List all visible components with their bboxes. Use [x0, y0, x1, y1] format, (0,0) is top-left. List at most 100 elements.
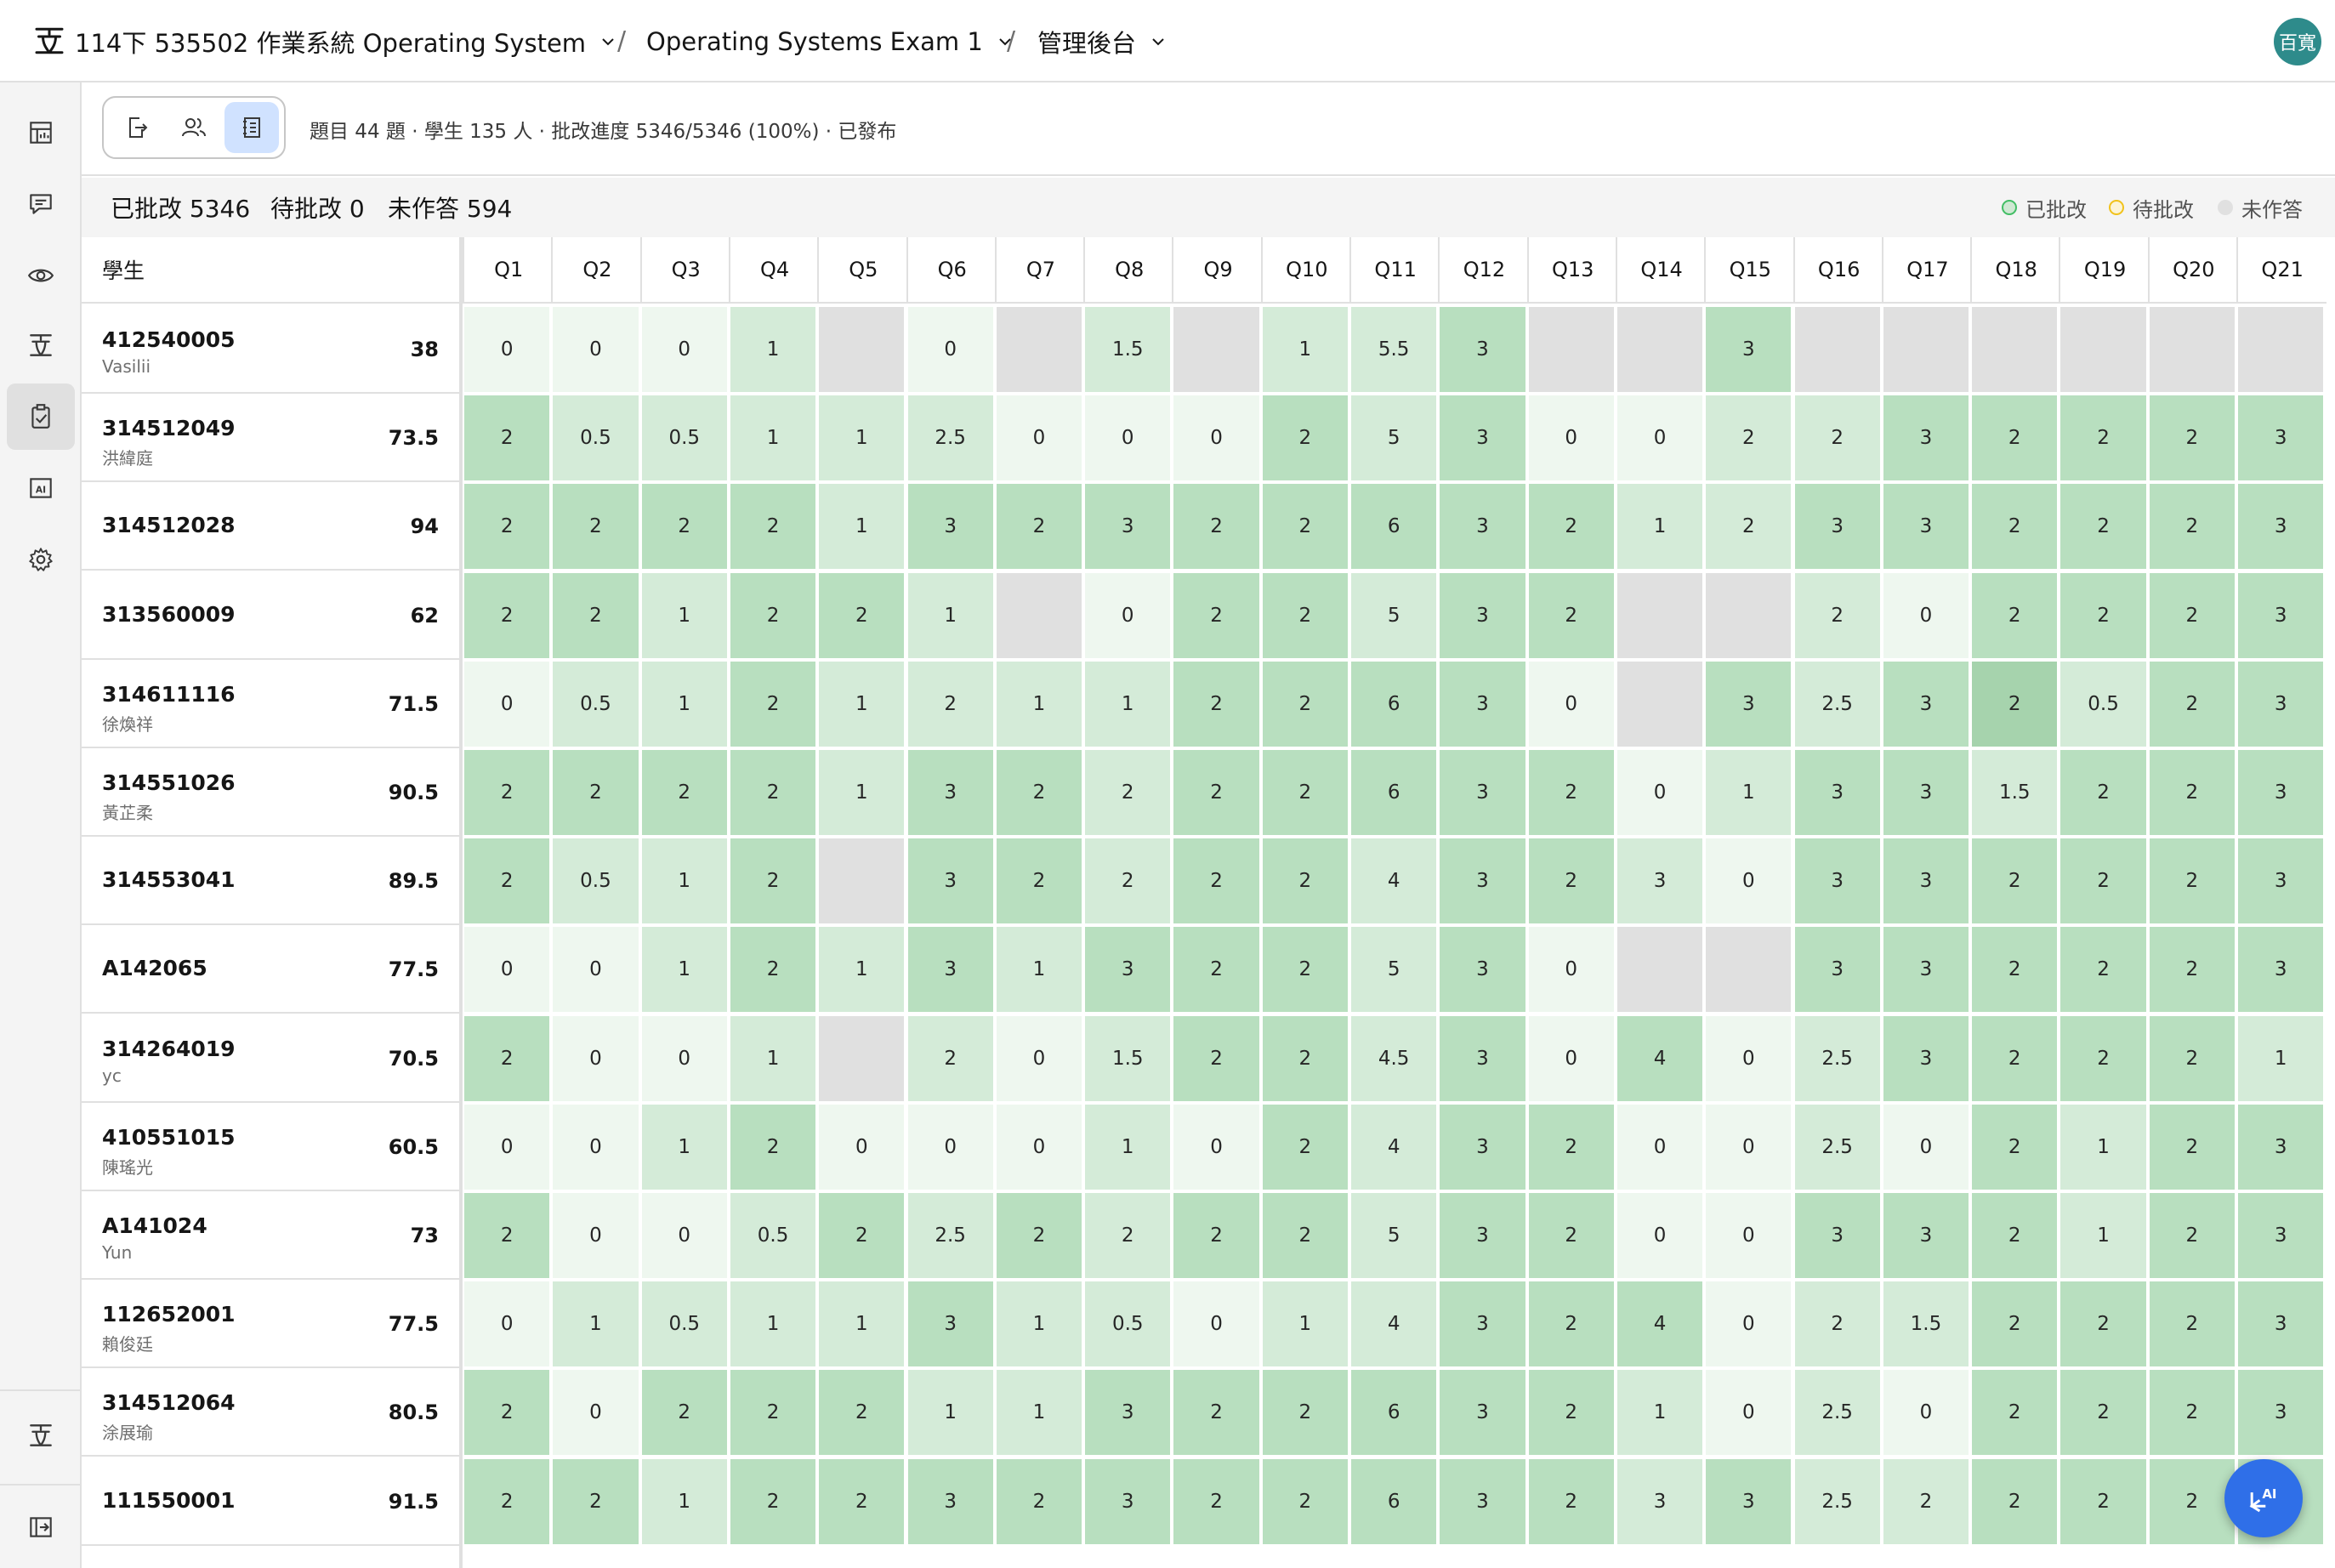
score-cell[interactable] — [819, 838, 905, 924]
score-cell[interactable]: 2 — [996, 750, 1082, 835]
score-cell[interactable]: 3 — [1440, 395, 1525, 481]
rail-settings-button[interactable] — [7, 526, 75, 593]
export-button[interactable] — [109, 102, 163, 153]
score-cell[interactable]: 6 — [1351, 661, 1437, 747]
score-cell[interactable] — [996, 572, 1082, 658]
score-cell[interactable]: 3 — [1085, 1458, 1171, 1544]
score-cell[interactable]: 2 — [553, 484, 639, 570]
score-cell[interactable]: 0 — [1528, 395, 1614, 481]
score-cell[interactable]: 2 — [1262, 1193, 1348, 1278]
score-cell[interactable]: 0.5 — [641, 395, 727, 481]
score-cell[interactable]: 5 — [1351, 395, 1437, 481]
score-cell[interactable]: 2 — [819, 1458, 905, 1544]
score-cell[interactable]: 1 — [730, 1281, 816, 1367]
score-cell[interactable]: 2 — [1972, 1458, 2058, 1544]
question-header-q3[interactable]: Q3 — [639, 237, 730, 304]
score-cell[interactable]: 2 — [2060, 572, 2146, 658]
score-cell[interactable]: 3 — [1883, 1015, 1969, 1101]
score-cell[interactable]: 0 — [1085, 395, 1171, 481]
score-cell[interactable] — [1794, 307, 1880, 392]
score-cell[interactable]: 3 — [1706, 661, 1792, 747]
score-cell[interactable]: 0.5 — [730, 1193, 816, 1278]
score-cell[interactable]: 0 — [1706, 1370, 1792, 1456]
score-cell[interactable]: 2 — [730, 750, 816, 835]
gradebook-view-button[interactable] — [224, 102, 279, 153]
score-cell[interactable]: 3 — [1706, 307, 1792, 392]
student-row[interactable]: 410551015 陳瑤光 60.5 — [82, 1102, 459, 1191]
score-cell[interactable]: 3 — [907, 1458, 993, 1544]
score-cell[interactable]: 2 — [1262, 661, 1348, 747]
student-row[interactable]: 314264019 yc 70.5 — [82, 1014, 459, 1103]
score-cell[interactable]: 2 — [1794, 395, 1880, 481]
score-cell[interactable]: 2 — [1262, 750, 1348, 835]
score-cell[interactable]: 3 — [907, 927, 993, 1013]
score-cell[interactable]: 1 — [907, 1370, 993, 1456]
score-cell[interactable]: 1 — [819, 661, 905, 747]
score-cell[interactable]: 2 — [553, 750, 639, 835]
score-cell[interactable]: 3 — [1883, 838, 1969, 924]
score-cell[interactable]: 3 — [1794, 484, 1880, 570]
score-cell[interactable]: 3 — [2238, 572, 2324, 658]
score-cell[interactable] — [819, 307, 905, 392]
score-cell[interactable]: 3 — [1883, 750, 1969, 835]
score-cell[interactable]: 5 — [1351, 927, 1437, 1013]
score-cell[interactable]: 2 — [730, 484, 816, 570]
score-cell[interactable]: 2.5 — [1794, 1458, 1880, 1544]
score-cell[interactable]: 0 — [553, 1370, 639, 1456]
score-cell[interactable]: 2 — [2149, 1281, 2235, 1367]
score-cell[interactable]: 1 — [819, 1281, 905, 1367]
score-cell[interactable]: 2 — [1883, 1458, 1969, 1544]
score-cell[interactable]: 2 — [2060, 927, 2146, 1013]
score-cell[interactable]: 3 — [1883, 1193, 1969, 1278]
rail-dashboard-button[interactable] — [7, 99, 75, 166]
score-cell[interactable]: 1 — [641, 1104, 727, 1190]
score-cell[interactable]: 3 — [1085, 484, 1171, 570]
score-cell[interactable]: 2 — [464, 395, 550, 481]
score-cell[interactable]: 2 — [1972, 1370, 2058, 1456]
score-cell[interactable]: 0 — [996, 1015, 1082, 1101]
score-cell[interactable]: 2 — [464, 484, 550, 570]
score-cell[interactable]: 1 — [730, 1015, 816, 1101]
question-header-q10[interactable]: Q10 — [1260, 237, 1351, 304]
score-cell[interactable]: 2 — [1262, 572, 1348, 658]
score-cell[interactable]: 1 — [819, 484, 905, 570]
score-cell[interactable] — [2238, 307, 2324, 392]
score-cell[interactable]: 0 — [553, 1015, 639, 1101]
score-cell[interactable] — [2060, 307, 2146, 392]
score-cell[interactable]: 1 — [996, 927, 1082, 1013]
student-row[interactable]: 314553041 89.5 — [82, 837, 459, 926]
score-cell[interactable]: 2 — [1706, 395, 1792, 481]
score-cell[interactable]: 0 — [1706, 1104, 1792, 1190]
score-cell[interactable]: 2 — [641, 484, 727, 570]
score-cell[interactable]: 1 — [730, 395, 816, 481]
score-cell[interactable]: 2 — [641, 1370, 727, 1456]
score-cell[interactable]: 0 — [1173, 395, 1259, 481]
question-header-q20[interactable]: Q20 — [2147, 237, 2238, 304]
score-cell[interactable]: 2 — [1972, 927, 2058, 1013]
score-cell[interactable]: 2 — [1173, 750, 1259, 835]
score-cell[interactable] — [1883, 307, 1969, 392]
score-cell[interactable]: 3 — [1440, 484, 1525, 570]
score-cell[interactable]: 0 — [553, 927, 639, 1013]
score-cell[interactable]: 0 — [1528, 927, 1614, 1013]
score-cell[interactable]: 2 — [1972, 1104, 2058, 1190]
score-cell[interactable]: 0 — [641, 1015, 727, 1101]
score-cell[interactable]: 1 — [996, 1370, 1082, 1456]
score-cell[interactable]: 2 — [819, 1370, 905, 1456]
question-header-q8[interactable]: Q8 — [1083, 237, 1174, 304]
score-cell[interactable]: 1 — [1085, 661, 1171, 747]
score-cell[interactable]: 3 — [907, 1281, 993, 1367]
student-row[interactable]: 314512049 洪緯庭 73.5 — [82, 394, 459, 483]
score-cell[interactable]: 2.5 — [907, 1193, 993, 1278]
score-cell[interactable]: 2 — [2149, 1370, 2235, 1456]
score-cell[interactable]: 3 — [1794, 750, 1880, 835]
score-cell[interactable]: 0 — [553, 1193, 639, 1278]
score-cell[interactable]: 2 — [2149, 1458, 2235, 1544]
score-cell[interactable]: 2 — [1528, 1458, 1614, 1544]
score-cell[interactable]: 0.5 — [2060, 661, 2146, 747]
score-cell[interactable]: 0 — [1085, 572, 1171, 658]
score-cell[interactable]: 3 — [1440, 927, 1525, 1013]
score-cell[interactable]: 3 — [907, 750, 993, 835]
score-cell[interactable]: 2 — [1262, 838, 1348, 924]
score-cell[interactable]: 3 — [2238, 395, 2324, 481]
